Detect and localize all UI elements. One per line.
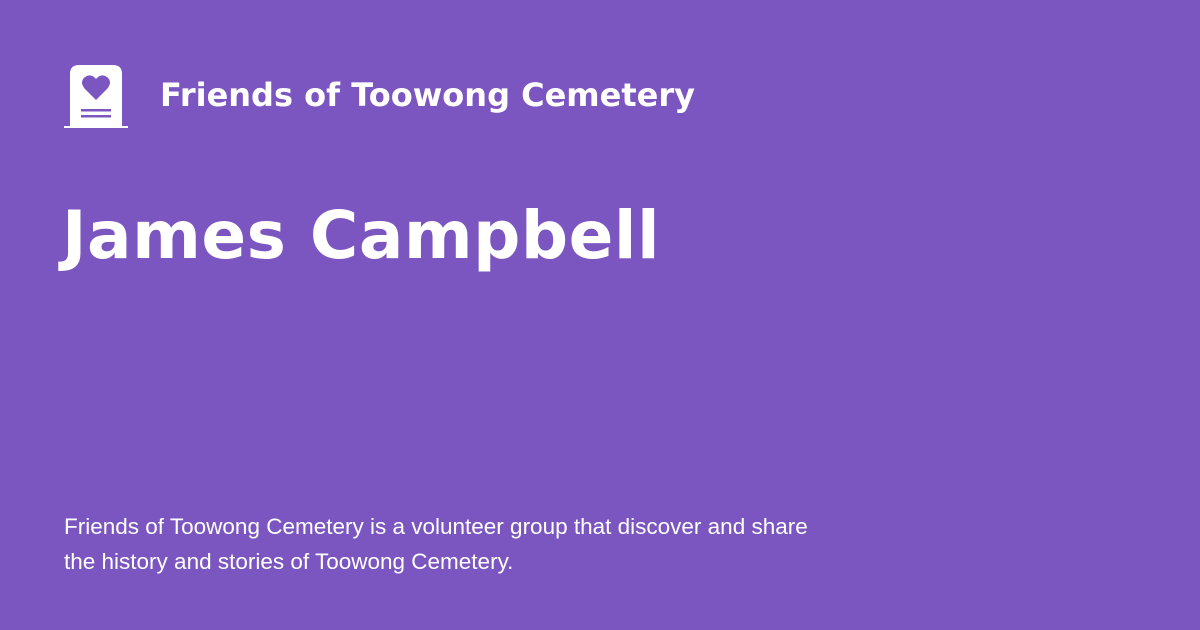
social-share-card: Friends of Toowong Cemetery James Campbe… bbox=[0, 0, 1200, 630]
headstone-heart-icon bbox=[64, 65, 128, 128]
site-description: Friends of Toowong Cemetery is a volunte… bbox=[64, 514, 808, 574]
site-name: Friends of Toowong Cemetery bbox=[160, 76, 695, 114]
page-title: James Campbell bbox=[62, 197, 661, 274]
